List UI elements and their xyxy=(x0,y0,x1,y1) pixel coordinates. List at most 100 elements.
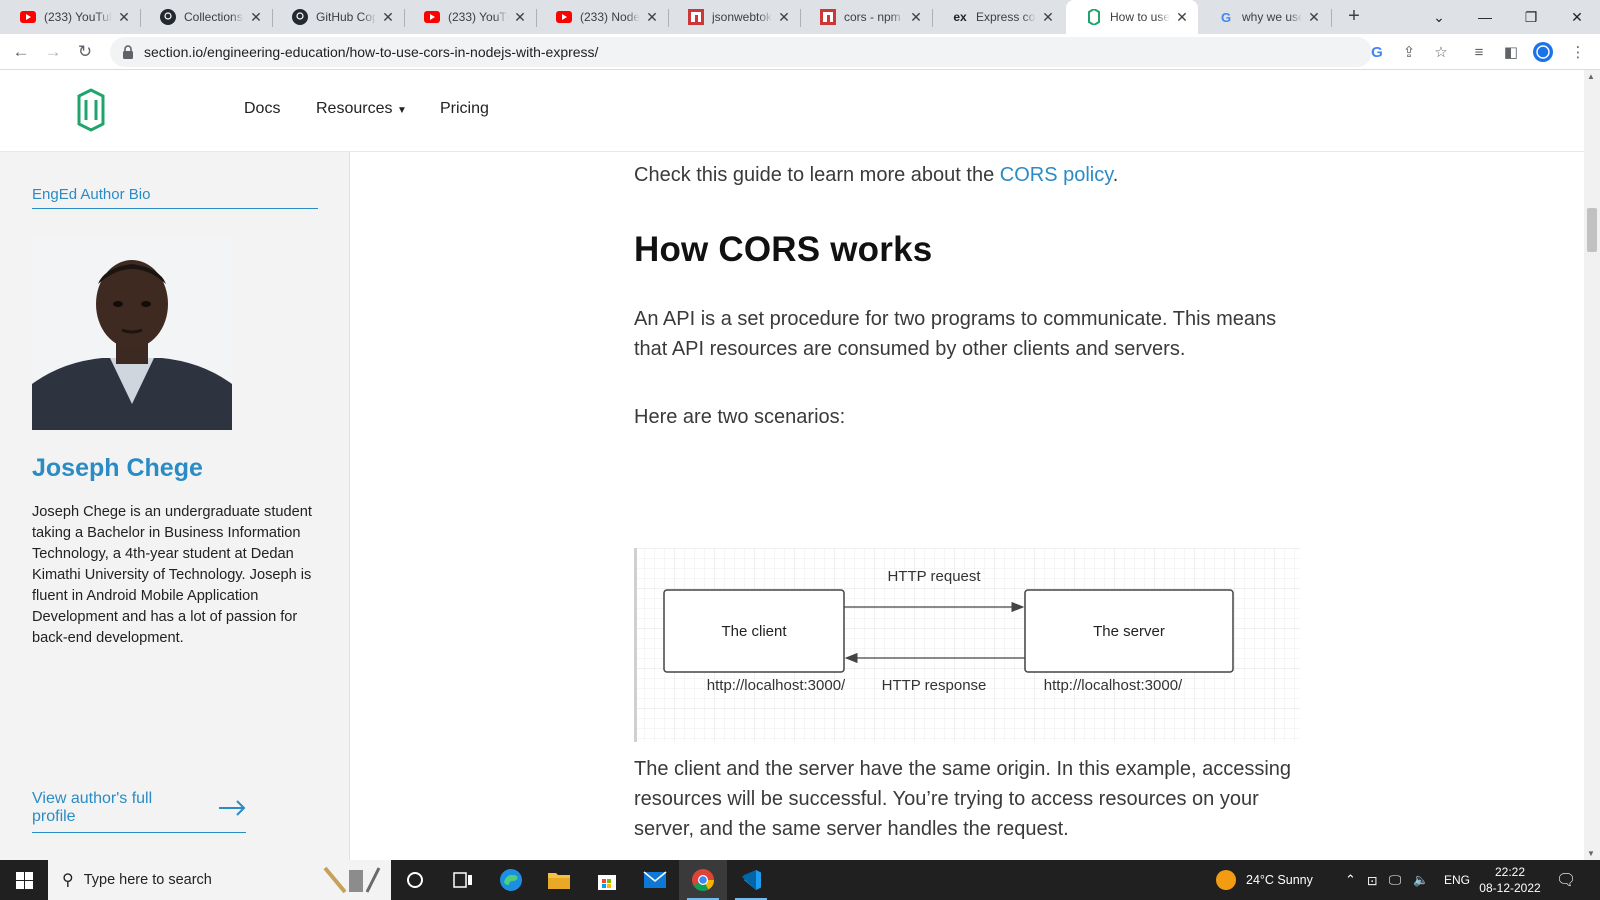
windows-start-icon[interactable] xyxy=(0,860,48,900)
client-label: The client xyxy=(721,623,787,640)
forward-icon[interactable]: → xyxy=(39,38,67,66)
author-bio-heading: EngEd Author Bio xyxy=(32,186,318,209)
edge-icon[interactable] xyxy=(487,860,535,900)
cors-policy-link[interactable]: CORS policy xyxy=(1000,164,1113,186)
network-icon[interactable]: 🖵 xyxy=(1389,860,1401,900)
request-label: HTTP request xyxy=(887,568,981,585)
taskbar-search-placeholder: Type here to search xyxy=(83,872,212,888)
mail-icon[interactable] xyxy=(631,860,679,900)
volume-icon[interactable]: 🔈 xyxy=(1413,860,1429,900)
url-text: section.io/engineering-education/how-to-… xyxy=(144,44,599,60)
close-icon[interactable]: ✕ xyxy=(644,9,660,25)
microsoft-store-icon[interactable] xyxy=(583,860,631,900)
scroll-up-icon[interactable]: ▲ xyxy=(1587,72,1595,81)
close-icon[interactable]: ✕ xyxy=(1306,9,1322,25)
close-icon[interactable]: ✕ xyxy=(512,9,528,25)
clock-date: 08-12-2022 xyxy=(1479,881,1541,895)
author-bio-text: Joseph Chege is an undergraduate student… xyxy=(32,504,312,646)
google-lens-icon[interactable]: G xyxy=(1365,40,1389,64)
side-panel-icon[interactable]: ◧ xyxy=(1499,40,1523,64)
browser-tab[interactable]: jsonwebtoken - npm ✕ xyxy=(668,0,800,34)
nav-pricing[interactable]: Pricing xyxy=(440,100,489,118)
browser-tab[interactable]: cors - npm ✕ xyxy=(800,0,932,34)
browser-tab[interactable]: (233) YouTube ✕ xyxy=(0,0,140,34)
diagram-border xyxy=(634,548,637,742)
nav-docs[interactable]: Docs xyxy=(244,100,280,118)
page-scrollbar[interactable]: ▲ ▼ xyxy=(1584,70,1600,860)
menu-dots-icon[interactable]: ⋮ xyxy=(1566,40,1590,64)
task-view-icon[interactable] xyxy=(439,860,487,900)
caret-down-icon: ▼ xyxy=(396,105,407,116)
language-indicator[interactable]: ENG xyxy=(1444,860,1470,900)
arrow-right-icon xyxy=(219,800,246,816)
bookmark-star-icon[interactable]: ☆ xyxy=(1429,40,1453,64)
cortana-icon[interactable] xyxy=(391,860,439,900)
tab-title: why we use cors xyxy=(1242,10,1302,24)
notification-icon[interactable]: 🗨 xyxy=(1556,860,1576,900)
battery-icon[interactable]: ⊡ xyxy=(1367,860,1377,900)
api-paragraph: An API is a set procedure for two progra… xyxy=(634,308,1277,360)
close-icon[interactable]: ✕ xyxy=(380,9,396,25)
tab-title: cors - npm xyxy=(844,10,901,24)
site-header: Docs Resources ▼ Pricing xyxy=(0,70,1584,152)
intro-paragraph: Check this guide to learn more about the… xyxy=(634,160,1304,190)
minimize-icon[interactable]: — xyxy=(1462,0,1508,34)
close-icon[interactable]: ✕ xyxy=(1040,9,1056,25)
intro-text: Check this guide to learn more about the xyxy=(634,164,1000,186)
share-icon[interactable]: ⇪ xyxy=(1397,40,1421,64)
reload-icon[interactable]: ↻ xyxy=(71,38,99,66)
browser-tab[interactable]: Collections | GitHub ✕ xyxy=(140,0,272,34)
same-origin-paragraph: The client and the server have the same … xyxy=(634,758,1292,840)
browser-tab-active[interactable]: How to use CORS ✕ xyxy=(1066,0,1198,34)
npm-icon xyxy=(688,9,704,25)
weather-text: 24°C Sunny xyxy=(1246,873,1313,887)
close-window-icon[interactable]: ✕ xyxy=(1554,0,1600,34)
github-icon xyxy=(292,9,308,25)
view-profile-link[interactable]: View author's full profile xyxy=(32,790,246,833)
close-icon[interactable]: ✕ xyxy=(116,9,132,25)
file-explorer-icon[interactable] xyxy=(535,860,583,900)
author-name[interactable]: Joseph Chege xyxy=(32,454,203,483)
youtube-icon xyxy=(556,9,572,25)
browser-tab[interactable]: G why we use cors ✕ xyxy=(1198,0,1330,34)
scenarios-paragraph: Here are two scenarios: xyxy=(634,406,846,428)
section-logo[interactable] xyxy=(76,88,106,132)
tab-search-icon[interactable]: ⌄ xyxy=(1416,0,1462,34)
close-icon[interactable]: ✕ xyxy=(248,9,264,25)
search-highlight-icon xyxy=(319,864,383,900)
scroll-down-icon[interactable]: ▼ xyxy=(1587,849,1595,858)
media-control-icon[interactable]: ≡ xyxy=(1467,40,1491,64)
tab-title: (233) YouTube xyxy=(448,10,508,24)
browser-toolbar: ← → ↻ section.io/engineering-education/h… xyxy=(0,34,1600,70)
profile-avatar-icon[interactable] xyxy=(1531,40,1555,64)
vscode-icon[interactable] xyxy=(727,860,775,900)
nav-resources[interactable]: Resources ▼ xyxy=(316,100,407,118)
address-bar[interactable]: section.io/engineering-education/how-to-… xyxy=(110,37,1372,67)
browser-tab[interactable]: GitHub Copilot ✕ xyxy=(272,0,404,34)
clock-time: 22:22 xyxy=(1494,865,1526,879)
new-tab-button[interactable]: + xyxy=(1342,5,1366,29)
back-icon[interactable]: ← xyxy=(7,38,35,66)
restore-icon[interactable]: ❐ xyxy=(1508,0,1554,34)
tab-title: jsonwebtoken - npm xyxy=(712,10,772,24)
weather-widget[interactable]: 24°C Sunny xyxy=(1216,860,1313,900)
lock-icon xyxy=(123,45,133,59)
show-hidden-icons-icon[interactable]: ⌃ xyxy=(1345,860,1356,900)
browser-tab[interactable]: (233) YouTube ✕ xyxy=(404,0,536,34)
browser-tab[interactable]: ex Express cors ✕ xyxy=(932,0,1064,34)
server-label: The server xyxy=(1093,623,1165,640)
view-profile-label: View author's full profile xyxy=(32,790,153,825)
close-icon[interactable]: ✕ xyxy=(908,9,924,25)
chrome-icon[interactable] xyxy=(679,860,727,900)
taskbar-search-box[interactable]: ⚲ Type here to search xyxy=(48,860,391,900)
scrollbar-thumb[interactable] xyxy=(1587,208,1597,252)
tab-divider xyxy=(1331,9,1332,27)
taskbar-clock[interactable]: 22:22 08-12-2022 xyxy=(1470,864,1550,896)
browser-tab[interactable]: (233) Node JS ✕ xyxy=(536,0,668,34)
web-page: Docs Resources ▼ Pricing EngEd Author Bi… xyxy=(0,70,1584,860)
tab-title: GitHub Copilot xyxy=(316,10,376,24)
close-icon[interactable]: ✕ xyxy=(776,9,792,25)
npm-icon xyxy=(820,9,836,25)
youtube-icon xyxy=(424,9,440,25)
close-icon[interactable]: ✕ xyxy=(1174,9,1190,25)
